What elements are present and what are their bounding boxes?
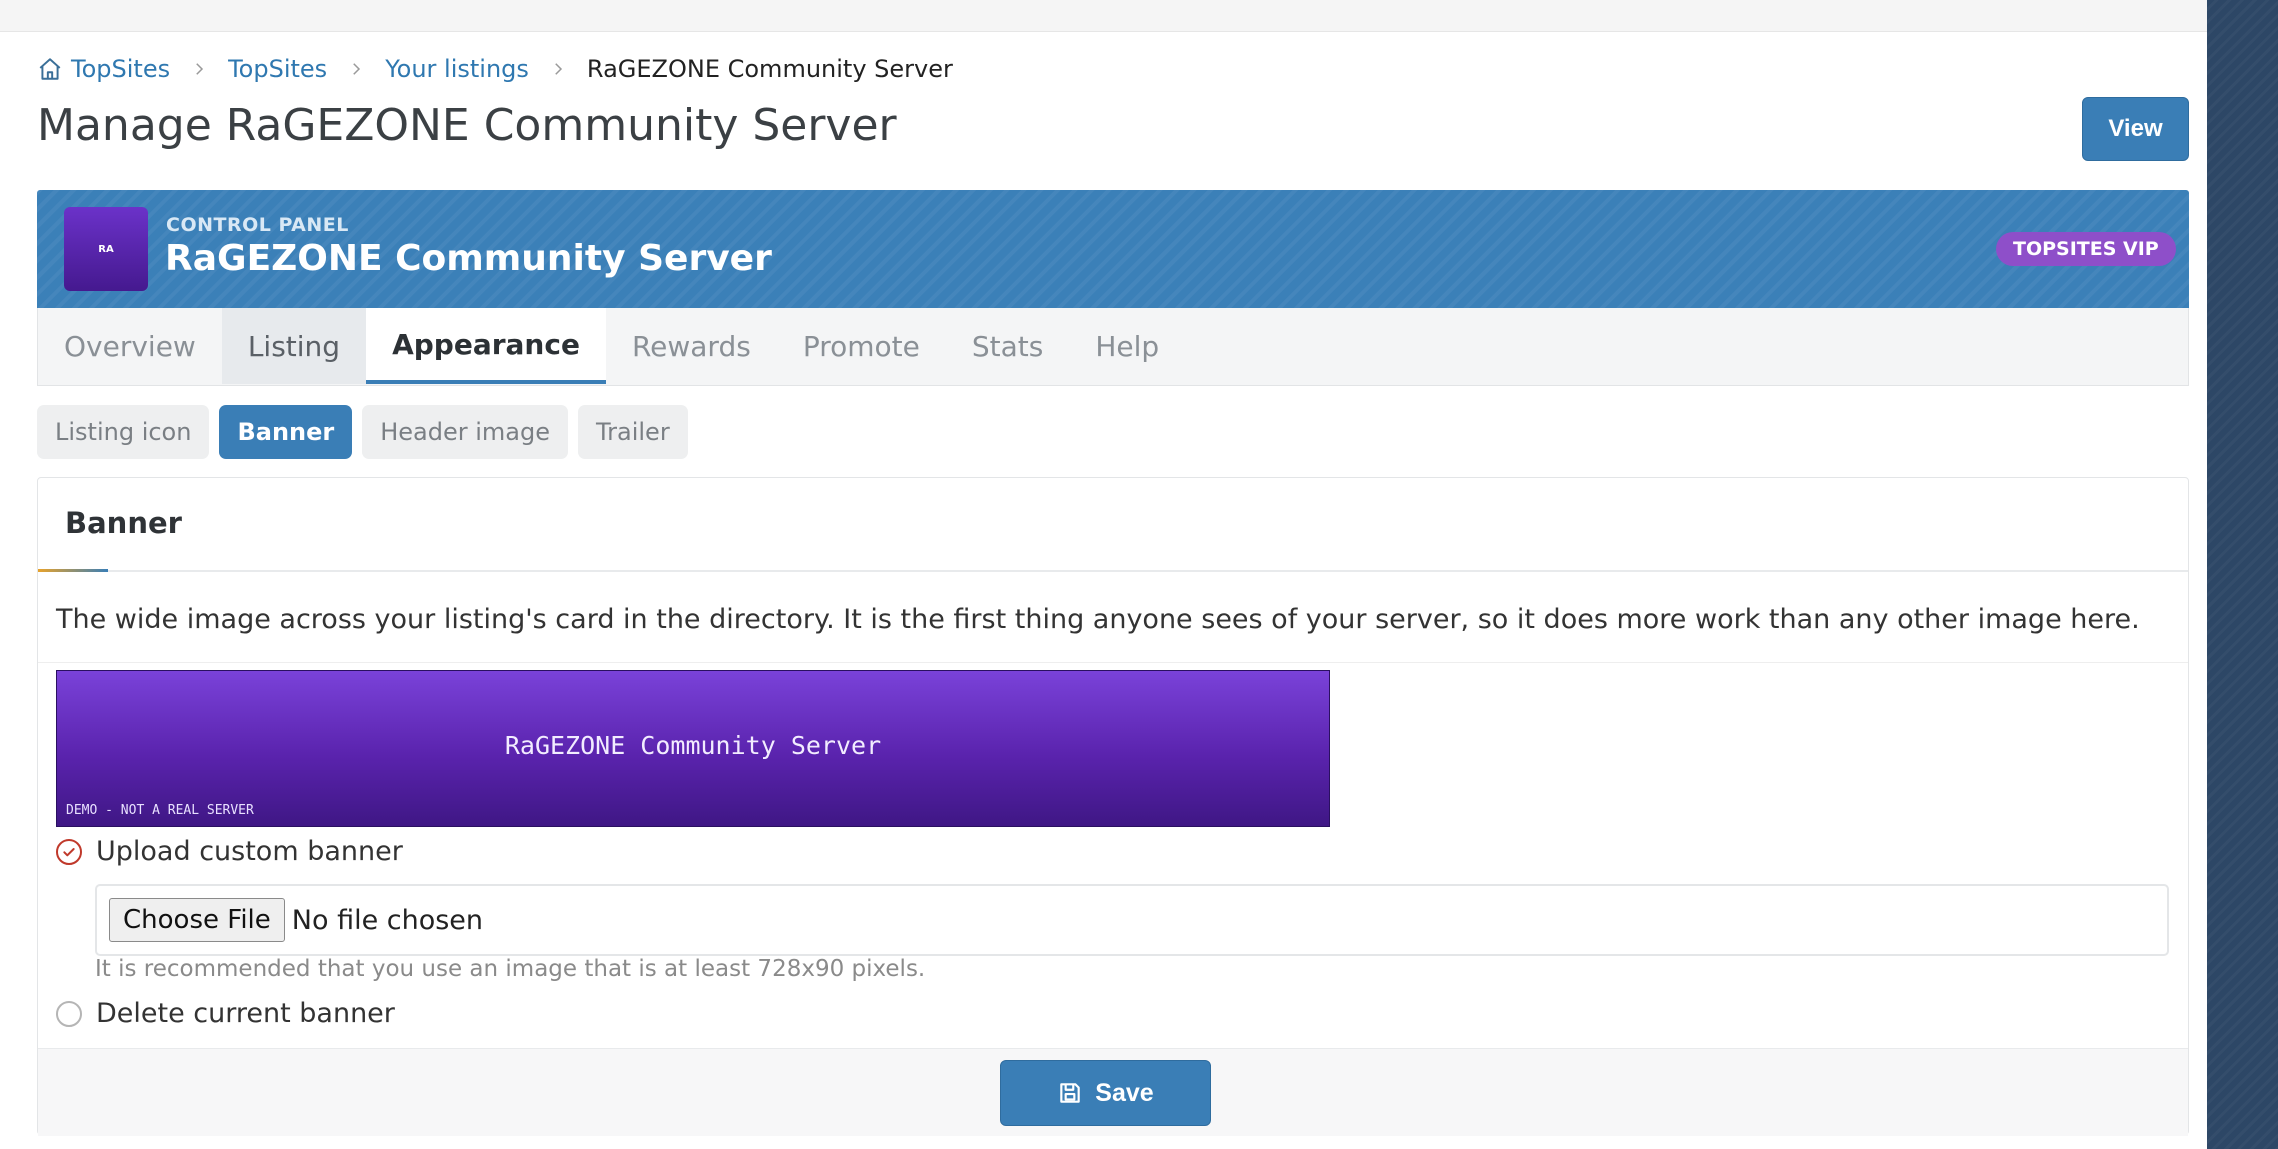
subtab-listing-icon[interactable]: Listing icon [37,405,210,459]
page-title: Manage RaGEZONE Community Server [37,100,897,151]
tab-overview[interactable]: Overview [38,308,222,384]
subtab-trailer[interactable]: Trailer [578,405,688,459]
check-circle-icon[interactable] [56,838,82,865]
listing-avatar: RA [64,207,148,291]
file-input[interactable]: Choose File No file chosen [95,884,2169,956]
choose-file-button[interactable]: Choose File [109,898,285,942]
upload-banner-option[interactable]: Upload custom banner [56,836,403,867]
breadcrumb: TopSites TopSites Your listings RaGEZONE… [37,52,953,86]
page: TopSites TopSites Your listings RaGEZONE… [0,0,2207,1149]
subtab-header-image[interactable]: Header image [362,405,569,459]
banner-preview-demo-label: DEMO - NOT A REAL SERVER [66,803,254,818]
upload-banner-label: Upload custom banner [96,836,403,867]
save-button[interactable]: Save [1000,1060,1211,1126]
control-panel-kicker: CONTROL PANEL [166,214,349,236]
subtab-banner[interactable]: Banner [219,405,353,459]
breadcrumb-item-topsites[interactable]: TopSites [228,55,327,83]
panel-header: Banner [38,478,2188,572]
chevron-right-icon [549,60,567,78]
listing-name: RaGEZONE Community Server [165,238,772,279]
view-button[interactable]: View [2082,97,2189,161]
save-icon [1057,1080,1083,1106]
breadcrumb-item-topsites-home[interactable]: TopSites [71,55,170,83]
home-icon[interactable] [37,56,63,82]
breadcrumb-current: RaGEZONE Community Server [586,55,953,83]
appearance-subtabs: Listing icon Banner Header image Trailer [37,405,688,459]
control-panel-header: RA CONTROL PANEL RaGEZONE Community Serv… [37,190,2189,308]
file-status: No file chosen [291,904,484,936]
panel-description: The wide image across your listing's car… [56,604,2140,635]
banner-panel: Banner The wide image across your listin… [37,477,2189,1136]
delete-banner-option[interactable]: Delete current banner [56,998,395,1029]
banner-preview-title: RaGEZONE Community Server [504,731,882,760]
save-label: Save [1095,1078,1154,1107]
panel-title: Banner [65,506,182,540]
chevron-right-icon [347,60,365,78]
vip-badge: TOPSITES VIP [1996,232,2176,266]
tab-stats[interactable]: Stats [946,308,1069,384]
breadcrumb-item-your-listings[interactable]: Your listings [385,55,529,83]
delete-banner-label: Delete current banner [96,998,395,1029]
tab-listing[interactable]: Listing [221,308,367,384]
banner-preview: RaGEZONE Community Server DEMO - NOT A R… [56,670,1330,827]
main-tabs: Overview Listing Appearance Rewards Prom… [37,308,2189,386]
tab-help[interactable]: Help [1069,308,1185,384]
tab-promote[interactable]: Promote [777,308,946,384]
chevron-right-icon [190,60,208,78]
panel-accent-bar [38,569,108,572]
tab-rewards[interactable]: Rewards [606,308,777,384]
banner-size-hint: It is recommended that you use an image … [95,956,926,982]
divider [38,662,2188,663]
top-strip [0,0,2207,32]
tab-appearance[interactable]: Appearance [366,308,606,384]
radio-empty-icon[interactable] [56,1000,82,1027]
panel-footer: Save [38,1048,2188,1136]
